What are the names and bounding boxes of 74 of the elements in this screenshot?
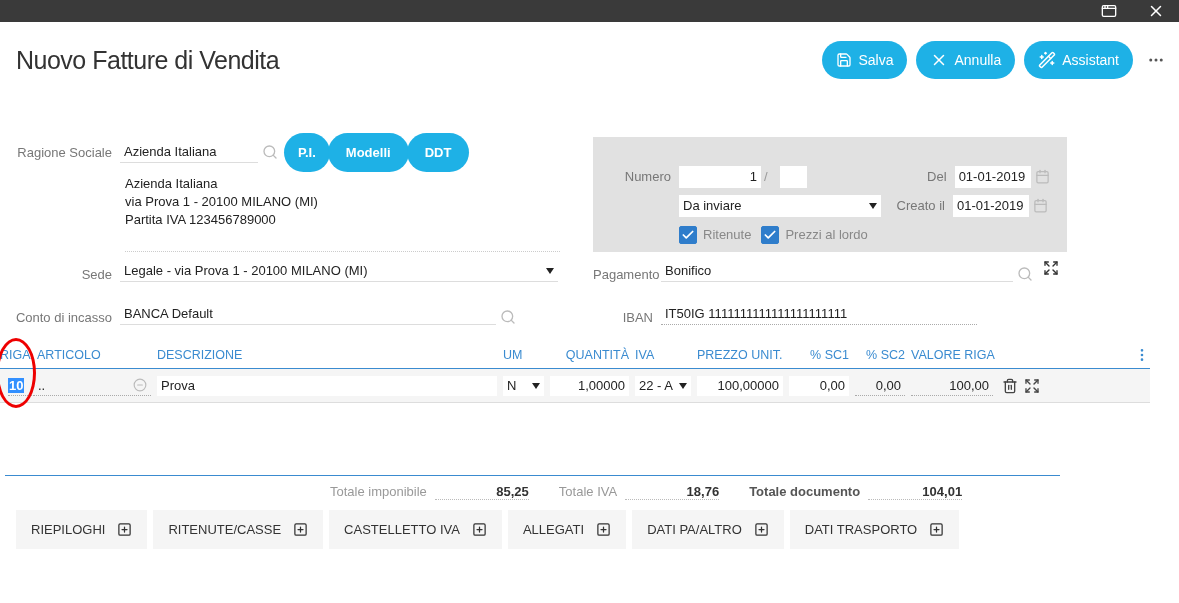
- caret-icon: [679, 382, 687, 389]
- field-label: Creato il: [895, 198, 946, 213]
- price-field[interactable]: 100,00000: [697, 375, 783, 396]
- annotation-circle: [0, 338, 36, 408]
- address-line: Azienda Italiana: [125, 175, 219, 193]
- total-value: 85,25: [434, 484, 529, 500]
- plus-icon: [596, 522, 612, 537]
- save-icon: [836, 52, 853, 68]
- suffix-field[interactable]: [779, 165, 807, 188]
- total-value: 104,01: [868, 484, 963, 500]
- column-header[interactable]: VALORE RIGA: [908, 348, 996, 362]
- magic-wand-icon: [1038, 51, 1057, 69]
- column-header[interactable]: ARTICOLO: [34, 348, 154, 362]
- date-field[interactable]: 01-01-2019: [954, 165, 1031, 188]
- payment-field[interactable]: Bonifico: [661, 260, 1013, 282]
- number-field[interactable]: 1: [679, 165, 761, 188]
- section-button[interactable]: ALLEGATI: [507, 510, 627, 549]
- customer-field[interactable]: Azienda Italiana: [120, 141, 258, 163]
- section-button[interactable]: DATI PA/ALTRO: [632, 510, 784, 549]
- section-button[interactable]: RIEPILOGHI: [16, 510, 148, 549]
- checkbox[interactable]: [761, 225, 780, 244]
- caret-icon: [869, 202, 877, 209]
- field-label: Numero: [623, 169, 672, 184]
- restore-window-button[interactable]: [1101, 3, 1117, 19]
- column-header[interactable]: % SC1: [786, 348, 852, 362]
- total-value: 18,76: [625, 484, 720, 500]
- separator-text: /: [764, 169, 768, 184]
- caret-icon: [532, 382, 540, 389]
- page-title: Nuovo Fatture di Vendita: [16, 45, 281, 75]
- field-label: Sede: [80, 267, 113, 282]
- field-label: Del: [926, 169, 948, 184]
- discount-field[interactable]: 0,00: [789, 375, 849, 396]
- column-header[interactable]: % SC2: [852, 348, 908, 362]
- column-header[interactable]: UM: [500, 348, 547, 362]
- column-header[interactable]: PREZZO UNIT.: [694, 348, 786, 362]
- field-label: Conto di incasso: [14, 310, 113, 325]
- date-field[interactable]: 01-01-2019: [953, 194, 1029, 217]
- field-label: IBAN: [621, 310, 654, 325]
- plus-icon: [117, 522, 133, 537]
- address-line: Partita IVA 123456789000: [125, 211, 277, 229]
- caret-icon: [546, 267, 554, 274]
- expand-icon[interactable]: [1024, 377, 1040, 394]
- total-label: Totale imponibile: [330, 484, 427, 500]
- section-button[interactable]: CASTELLETTO IVA: [329, 510, 502, 549]
- address-line: via Prova 1 - 20100 MILANO (MI): [125, 193, 319, 211]
- plus-icon: [471, 522, 487, 537]
- column-header[interactable]: DESCRIZIONE: [154, 348, 500, 362]
- total-label: Totale IVA: [558, 484, 618, 500]
- total-label: Totale documento: [749, 484, 861, 500]
- column-header[interactable]: QUANTITÀ: [547, 348, 632, 362]
- expand-icon[interactable]: [1043, 260, 1059, 276]
- checkbox-label: Prezzi al lordo: [785, 227, 868, 242]
- section-button[interactable]: DATI TRASPORTO: [789, 510, 960, 549]
- section-button[interactable]: RITENUTE/CASSE: [153, 510, 324, 549]
- plus-icon: [753, 522, 769, 537]
- field-label: Pagamento: [593, 267, 661, 282]
- column-header[interactable]: IVA: [632, 348, 694, 362]
- row-value-field: 100,00: [911, 375, 993, 396]
- plus-icon: [929, 522, 945, 537]
- status-dropdown[interactable]: Da inviare: [679, 194, 881, 217]
- vat-dropdown[interactable]: 22 - A: [635, 375, 691, 396]
- trash-icon[interactable]: [1002, 377, 1018, 394]
- plus-icon: [293, 522, 309, 537]
- quantity-field[interactable]: 1,00000: [550, 375, 629, 396]
- checkbox[interactable]: [679, 225, 697, 244]
- iban-field[interactable]: IT50IG 1111111111111111111111: [661, 303, 977, 325]
- checkbox-label: Ritenute: [703, 227, 752, 242]
- unit-dropdown[interactable]: N: [503, 375, 544, 396]
- discount-field[interactable]: 0,00: [855, 375, 905, 396]
- description-field[interactable]: Prova: [157, 375, 497, 396]
- account-field[interactable]: BANCA Default: [120, 303, 496, 325]
- field-label: Ragione Sociale: [16, 144, 113, 160]
- article-field[interactable]: ..: [34, 375, 151, 396]
- sede-dropdown[interactable]: Legale - via Prova 1 - 20100 MILANO (MI): [120, 260, 558, 282]
